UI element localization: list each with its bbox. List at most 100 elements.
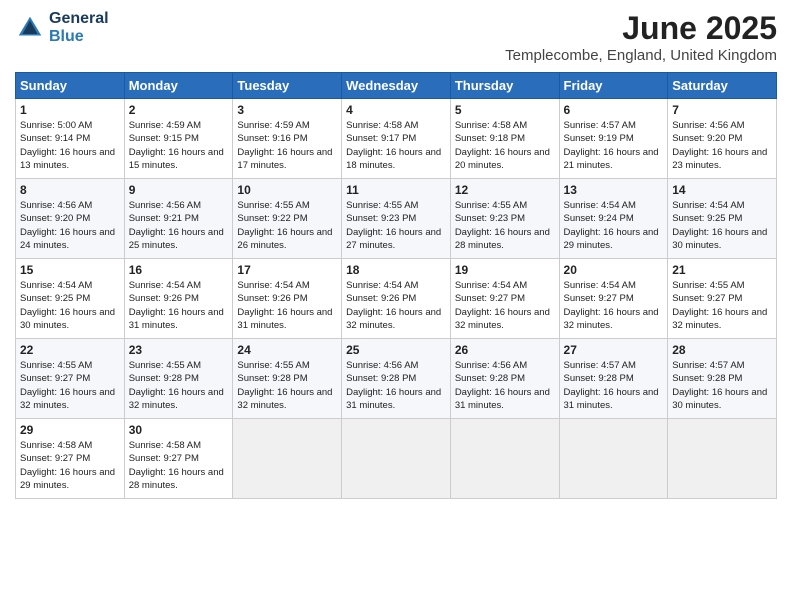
day-info: Sunrise: 4:58 AMSunset: 9:18 PMDaylight:… [455, 119, 555, 172]
cell-1-3: 4Sunrise: 4:58 AMSunset: 9:17 PMDaylight… [342, 99, 451, 179]
sunset-text: Sunset: 9:21 PM [129, 213, 199, 224]
day-info: Sunrise: 4:54 AMSunset: 9:24 PMDaylight:… [564, 199, 664, 252]
cell-5-0: 29 Sunrise: 4:58 AMSunset: 9:27 PMDayligh… [16, 419, 125, 499]
col-thursday: Thursday [450, 73, 559, 99]
cell-1-2: 3Sunrise: 4:59 AMSunset: 9:16 PMDaylight… [233, 99, 342, 179]
daylight-text: Daylight: 16 hours and 28 minutes. [129, 467, 224, 491]
day-number: 7 [672, 103, 772, 117]
cell-3-3: 18Sunrise: 4:54 AMSunset: 9:26 PMDayligh… [342, 259, 451, 339]
daylight-text: Daylight: 16 hours and 21 minutes. [564, 147, 659, 171]
daylight-text: Daylight: 16 hours and 24 minutes. [20, 227, 115, 251]
daylight-text: Daylight: 16 hours and 17 minutes. [237, 147, 332, 171]
sunset-text: Sunset: 9:14 PM [20, 133, 90, 144]
day-number: 1 [20, 103, 120, 117]
day-number: 30 [129, 423, 229, 437]
page: General Blue June 2025 Templecombe, Engl… [0, 0, 792, 612]
sunset-text: Sunset: 9:26 PM [129, 293, 199, 304]
daylight-text: Daylight: 16 hours and 23 minutes. [672, 147, 767, 171]
sunset-text: Sunset: 9:23 PM [455, 213, 525, 224]
cell-3-2: 17Sunrise: 4:54 AMSunset: 9:26 PMDayligh… [233, 259, 342, 339]
daylight-text: Daylight: 16 hours and 20 minutes. [455, 147, 550, 171]
logo-icon [15, 13, 45, 43]
sunrise-text: Sunrise: 4:58 AM [455, 120, 527, 131]
daylight-text: Daylight: 16 hours and 31 minutes. [237, 307, 332, 331]
sunrise-text: Sunrise: 4:54 AM [346, 280, 418, 291]
sunset-text: Sunset: 9:28 PM [672, 373, 742, 384]
day-number: 20 [564, 263, 664, 277]
cell-3-1: 16Sunrise: 4:54 AMSunset: 9:26 PMDayligh… [124, 259, 233, 339]
day-number: 26 [455, 343, 555, 357]
sunrise-text: Sunrise: 4:55 AM [237, 200, 309, 211]
cell-1-5: 6 Sunrise: 4:57 AMSunset: 9:19 PMDaylight… [559, 99, 668, 179]
day-info: Sunrise: 4:55 AMSunset: 9:28 PMDaylight:… [129, 359, 229, 412]
sunrise-text: Sunrise: 4:57 AM [564, 120, 636, 131]
day-info: Sunrise: 4:54 AMSunset: 9:26 PMDaylight:… [129, 279, 229, 332]
daylight-text: Daylight: 16 hours and 27 minutes. [346, 227, 441, 251]
daylight-text: Daylight: 16 hours and 30 minutes. [672, 387, 767, 411]
cell-5-5 [559, 419, 668, 499]
day-info: Sunrise: 4:57 AMSunset: 9:28 PMDaylight:… [564, 359, 664, 412]
day-info: Sunrise: 4:57 AMSunset: 9:19 PMDaylight:… [564, 119, 664, 172]
cell-1-6: 7 Sunrise: 4:56 AMSunset: 9:20 PMDaylight… [668, 99, 777, 179]
day-info: Sunrise: 4:58 AMSunset: 9:27 PMDaylight:… [20, 439, 120, 492]
header-row: Sunday Monday Tuesday Wednesday Thursday… [16, 73, 777, 99]
daylight-text: Daylight: 16 hours and 15 minutes. [129, 147, 224, 171]
col-friday: Friday [559, 73, 668, 99]
day-number: 28 [672, 343, 772, 357]
sunrise-text: Sunrise: 4:58 AM [346, 120, 418, 131]
daylight-text: Daylight: 16 hours and 32 minutes. [672, 307, 767, 331]
col-monday: Monday [124, 73, 233, 99]
sunrise-text: Sunrise: 4:55 AM [129, 360, 201, 371]
sunrise-text: Sunrise: 4:54 AM [20, 280, 92, 291]
cell-3-0: 15Sunrise: 4:54 AMSunset: 9:25 PMDayligh… [16, 259, 125, 339]
daylight-text: Daylight: 16 hours and 32 minutes. [20, 387, 115, 411]
daylight-text: Daylight: 16 hours and 32 minutes. [346, 307, 441, 331]
sunset-text: Sunset: 9:15 PM [129, 133, 199, 144]
location-title: Templecombe, England, United Kingdom [505, 47, 777, 64]
sunset-text: Sunset: 9:20 PM [20, 213, 90, 224]
daylight-text: Daylight: 16 hours and 31 minutes. [346, 387, 441, 411]
cell-4-2: 24Sunrise: 4:55 AMSunset: 9:28 PMDayligh… [233, 339, 342, 419]
day-info: Sunrise: 4:59 AMSunset: 9:15 PMDaylight:… [129, 119, 229, 172]
day-number: 14 [672, 183, 772, 197]
day-number: 15 [20, 263, 120, 277]
day-info: Sunrise: 4:56 AMSunset: 9:20 PMDaylight:… [20, 199, 120, 252]
sunrise-text: Sunrise: 4:56 AM [129, 200, 201, 211]
title-block: June 2025 Templecombe, England, United K… [505, 10, 777, 64]
day-info: Sunrise: 4:58 AMSunset: 9:27 PMDaylight:… [129, 439, 229, 492]
sunset-text: Sunset: 9:17 PM [346, 133, 416, 144]
logo-blue: Blue [49, 28, 109, 46]
daylight-text: Daylight: 16 hours and 32 minutes. [237, 387, 332, 411]
cell-4-1: 23Sunrise: 4:55 AMSunset: 9:28 PMDayligh… [124, 339, 233, 419]
day-number: 22 [20, 343, 120, 357]
day-number: 6 [564, 103, 664, 117]
day-number: 10 [237, 183, 337, 197]
sunset-text: Sunset: 9:24 PM [564, 213, 634, 224]
cell-1-4: 5 Sunrise: 4:58 AMSunset: 9:18 PMDaylight… [450, 99, 559, 179]
day-info: Sunrise: 4:55 AMSunset: 9:22 PMDaylight:… [237, 199, 337, 252]
cell-4-3: 25Sunrise: 4:56 AMSunset: 9:28 PMDayligh… [342, 339, 451, 419]
cell-5-2 [233, 419, 342, 499]
calendar-table: Sunday Monday Tuesday Wednesday Thursday… [15, 72, 777, 499]
daylight-text: Daylight: 16 hours and 31 minutes. [564, 387, 659, 411]
day-info: Sunrise: 4:54 AMSunset: 9:25 PMDaylight:… [672, 199, 772, 252]
day-info: Sunrise: 4:56 AMSunset: 9:20 PMDaylight:… [672, 119, 772, 172]
cell-3-6: 21Sunrise: 4:55 AMSunset: 9:27 PMDayligh… [668, 259, 777, 339]
day-number: 9 [129, 183, 229, 197]
daylight-text: Daylight: 16 hours and 31 minutes. [129, 307, 224, 331]
sunset-text: Sunset: 9:28 PM [346, 373, 416, 384]
day-info: Sunrise: 4:54 AMSunset: 9:26 PMDaylight:… [237, 279, 337, 332]
day-number: 19 [455, 263, 555, 277]
day-number: 5 [455, 103, 555, 117]
day-number: 29 [20, 423, 120, 437]
sunrise-text: Sunrise: 4:58 AM [20, 440, 92, 451]
day-number: 13 [564, 183, 664, 197]
sunset-text: Sunset: 9:28 PM [237, 373, 307, 384]
sunrise-text: Sunrise: 4:59 AM [237, 120, 309, 131]
day-number: 2 [129, 103, 229, 117]
day-number: 27 [564, 343, 664, 357]
cell-5-4 [450, 419, 559, 499]
day-info: Sunrise: 4:57 AMSunset: 9:28 PMDaylight:… [672, 359, 772, 412]
cell-5-1: 30 Sunrise: 4:58 AMSunset: 9:27 PMDayligh… [124, 419, 233, 499]
day-number: 8 [20, 183, 120, 197]
